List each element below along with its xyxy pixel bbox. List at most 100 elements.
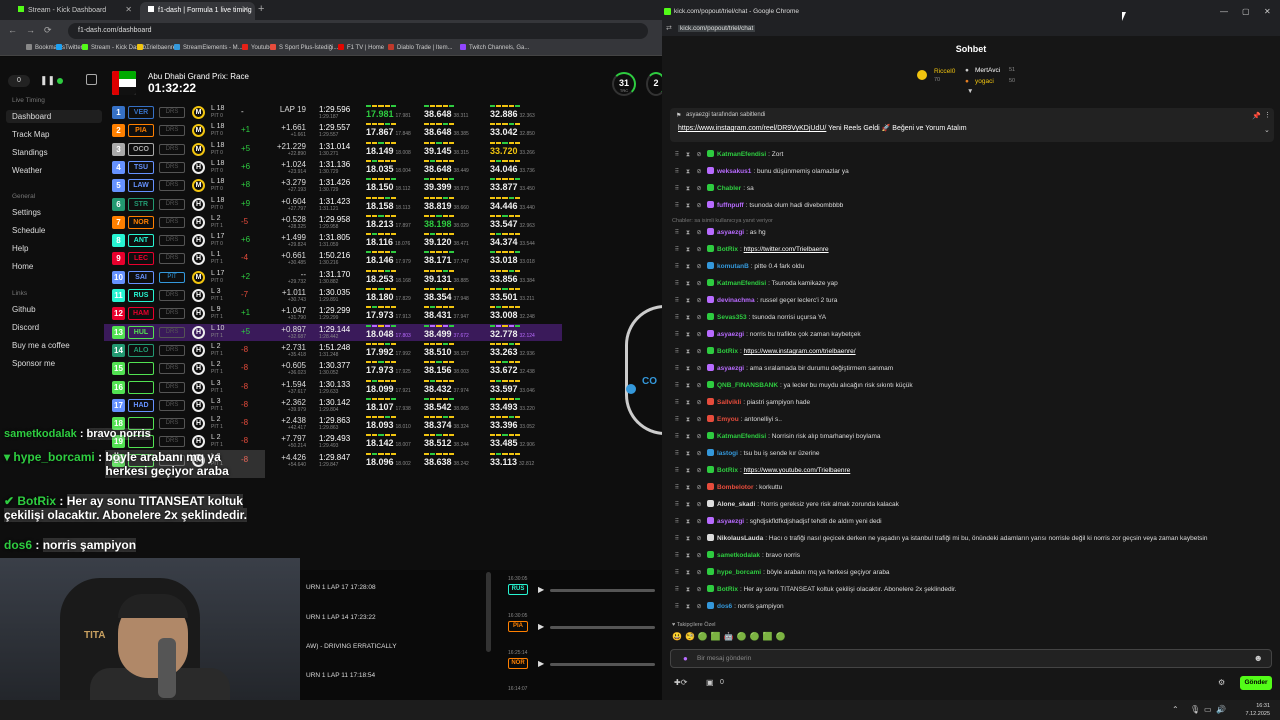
sidebar-item-weather[interactable]: Weather <box>6 164 102 177</box>
pinned-link[interactable]: https://www.instagram.com/reel/DR9VyKDjU… <box>678 125 826 132</box>
chat-username[interactable]: sametkodalak <box>717 552 760 559</box>
ban-icon[interactable]: ⊘ <box>696 450 702 457</box>
gifter-name[interactable]: yogaci <box>975 78 994 85</box>
timing-row[interactable]: 8 ANT DRS H L 17 PIT 0 +6 +1.499 +29.824 1:31.805… <box>104 232 562 249</box>
chat-username[interactable]: Bombelotor <box>717 484 753 491</box>
chat-username[interactable]: KatmanEfendisi <box>717 433 766 440</box>
chat-message[interactable]: ⠿ ⧗ ⊘ KatmanEfendisi: Tsunoda kamikaze yap <box>674 279 1274 293</box>
ban-icon[interactable]: ⊘ <box>696 467 702 474</box>
driver-code[interactable] <box>128 362 154 376</box>
pin-icon[interactable]: 📌 <box>1252 112 1261 120</box>
timeout-icon[interactable]: ⧗ <box>685 383 691 390</box>
driver-code[interactable]: HAD <box>128 398 154 412</box>
ban-icon[interactable]: ⊘ <box>696 569 702 576</box>
chat-message[interactable]: ⠿ ⧗ ⊘ dos6: norris şampiyon <box>674 602 1274 616</box>
driver-code[interactable]: TSU <box>128 160 154 174</box>
reply-icon[interactable]: ⠿ <box>674 246 680 253</box>
timeout-icon[interactable]: ⧗ <box>685 152 691 159</box>
close-window-icon[interactable]: ✕ <box>1264 7 1271 16</box>
sidebar-item-home[interactable]: Home <box>6 260 102 273</box>
chat-username[interactable]: hype_borcami <box>717 569 761 576</box>
sidebar-item-settings[interactable]: Settings <box>6 206 102 219</box>
delay-counter[interactable]: 0 <box>8 75 30 87</box>
timeout-icon[interactable]: ⧗ <box>685 366 691 373</box>
chat-username[interactable]: Chabler <box>717 185 741 192</box>
timing-row[interactable]: 9 LEC DRS H L 1 PIT 1 -4 +0.661 +30.485 1:50.216 1… <box>104 250 562 267</box>
chat-message[interactable]: ⠿ ⧗ ⊘ Alone_skadi: Norris gereksiz yere ris… <box>674 500 1274 514</box>
settings-icon[interactable]: ⚙ <box>1218 678 1225 687</box>
gifter-name[interactable]: Riccel0 <box>934 68 955 75</box>
ban-icon[interactable]: ⊘ <box>696 552 702 559</box>
timing-row[interactable]: 5 LAW DRS M L 18 PIT 0 +8 +3.279 +27.193 1:31.426… <box>104 177 562 194</box>
ban-icon[interactable]: ⊘ <box>696 246 702 253</box>
driver-code[interactable]: HUL <box>128 325 154 339</box>
chat-username[interactable]: Sallvikli <box>717 399 741 406</box>
ban-icon[interactable]: ⊘ <box>696 382 702 389</box>
send-button[interactable]: Gönder <box>1240 676 1272 690</box>
reply-icon[interactable]: ⠿ <box>674 151 680 158</box>
reply-icon[interactable]: ⠿ <box>674 185 680 192</box>
driver-code[interactable]: STR <box>128 197 154 211</box>
driver-code[interactable]: VER <box>128 106 154 119</box>
sidebar-item-sponsor-me[interactable]: Sponsor me <box>6 357 102 370</box>
chat-username[interactable]: QNB_FINANSBANK <box>717 382 778 389</box>
timeout-icon[interactable]: ⧗ <box>685 281 691 288</box>
minimize-icon[interactable]: — <box>1220 7 1228 16</box>
timeout-icon[interactable]: ⧗ <box>685 536 691 543</box>
chat-message[interactable]: ⠿ ⧗ ⊘ BotRix: Her ay sonu TITANSEAT koltuk … <box>674 585 1274 599</box>
timing-row[interactable]: 7 NOR DRS H L 2 PIT 1 -5 +0.528 +28.325 1:29.958 1… <box>104 214 562 231</box>
ban-icon[interactable]: ⊘ <box>696 603 702 610</box>
timing-row[interactable]: 2 PIA DRS M L 18 PIT 0 +1 +1.661 +1.661 1:29.557 1… <box>104 122 562 139</box>
reply-icon[interactable]: ⠿ <box>674 365 680 372</box>
reply-icon[interactable]: ⠿ <box>674 535 680 542</box>
sidebar-item-schedule[interactable]: Schedule <box>6 224 102 237</box>
bookmark-item[interactable]: StreamElements - M... <box>174 44 243 51</box>
ban-icon[interactable]: ⊘ <box>696 202 702 209</box>
ban-icon[interactable]: ⊘ <box>696 365 702 372</box>
reply-icon[interactable]: ⠿ <box>674 399 680 406</box>
ban-icon[interactable]: ⊘ <box>696 331 702 338</box>
timing-row[interactable]: 12 HAM DRS H L 9 PIT 1 +1 +1.047 +31.790 1:29.299… <box>104 305 562 322</box>
chat-username[interactable]: dos6 <box>717 603 732 610</box>
radio-scrollbar[interactable] <box>486 572 491 652</box>
sidebar-item-buy-me-a-coffee[interactable]: Buy me a coffee <box>6 339 102 352</box>
ban-icon[interactable]: ⊘ <box>696 151 702 158</box>
chat-link[interactable]: https://www.youtube.com/Trielbaenre <box>744 467 851 474</box>
close-tab-icon[interactable]: ✕ <box>242 5 249 14</box>
sidebar-toggle-icon[interactable] <box>86 74 97 85</box>
chat-message[interactable]: ⠿ ⧗ ⊘ hype_borcami: böyle arabanı mq ya her… <box>674 568 1274 582</box>
chat-username[interactable]: BotRix <box>717 348 738 355</box>
ban-icon[interactable]: ⊘ <box>696 501 702 508</box>
timeout-icon[interactable]: ⧗ <box>685 519 691 526</box>
driver-code[interactable]: ALO <box>128 343 154 357</box>
chat-username[interactable]: asyaezgi <box>717 229 744 236</box>
emote-bar[interactable]: 😃🧐🟢🟩🤖🟢🟢🟩🟢 <box>672 632 789 641</box>
chat-username[interactable]: fuffnpuff <box>717 202 744 209</box>
volume-icon[interactable]: 🔊 <box>1216 705 1226 714</box>
chat-message[interactable]: ⠿ ⧗ ⊘ asyaezgi: sghdjskfldfkdjshadjsf tehdi… <box>674 517 1274 531</box>
timing-row[interactable]: 11 RUS DRS H L 3 PIT 1 -7 +1.011 +30.743 1:30.035… <box>104 287 562 304</box>
maximize-icon[interactable]: ▢ <box>1242 7 1250 16</box>
chat-username[interactable]: BotRix <box>717 467 738 474</box>
back-icon[interactable]: ← <box>8 25 17 35</box>
reply-icon[interactable]: ⠿ <box>674 416 680 423</box>
timeout-icon[interactable]: ⧗ <box>685 400 691 407</box>
timeout-icon[interactable]: ⧗ <box>685 315 691 322</box>
bookmark-item[interactable]: Diablo Trade | Item... <box>388 44 453 51</box>
chat-username[interactable]: komutanB <box>717 263 749 270</box>
timing-row[interactable]: 4 TSU DRS H L 18 PIT 0 +6 +1.024 +23.914 1:31.136… <box>104 159 562 176</box>
sidebar-item-standings[interactable]: Standings <box>6 146 102 159</box>
driver-code[interactable]: LEC <box>128 252 154 266</box>
driver-code[interactable] <box>128 380 154 394</box>
ban-icon[interactable]: ⊘ <box>696 518 702 525</box>
forward-icon[interactable]: → <box>26 25 35 35</box>
url-field[interactable]: f1-dash.com/dashboard <box>68 23 648 39</box>
bookmark-item[interactable]: F1 TV | Home <box>338 44 384 51</box>
driver-code[interactable]: SAI <box>128 270 154 284</box>
timing-row[interactable]: 14 ALO DRS H L 2 PIT 1 -8 +2.731 +35.418 1:51.248… <box>104 342 562 359</box>
driver-code[interactable]: OCO <box>128 142 154 156</box>
chat-message[interactable]: ⠿ ⧗ ⊘ weksakus1: bunu düşünmemiş olamazlar … <box>674 167 1274 181</box>
chat-url-field[interactable]: kick.com/popout/triel/chat <box>678 25 756 32</box>
chat-message[interactable]: ⠿ ⧗ ⊘ komutanB: pitte 0.4 fark oldu <box>674 262 1274 276</box>
reply-icon[interactable]: ⠿ <box>674 433 680 440</box>
